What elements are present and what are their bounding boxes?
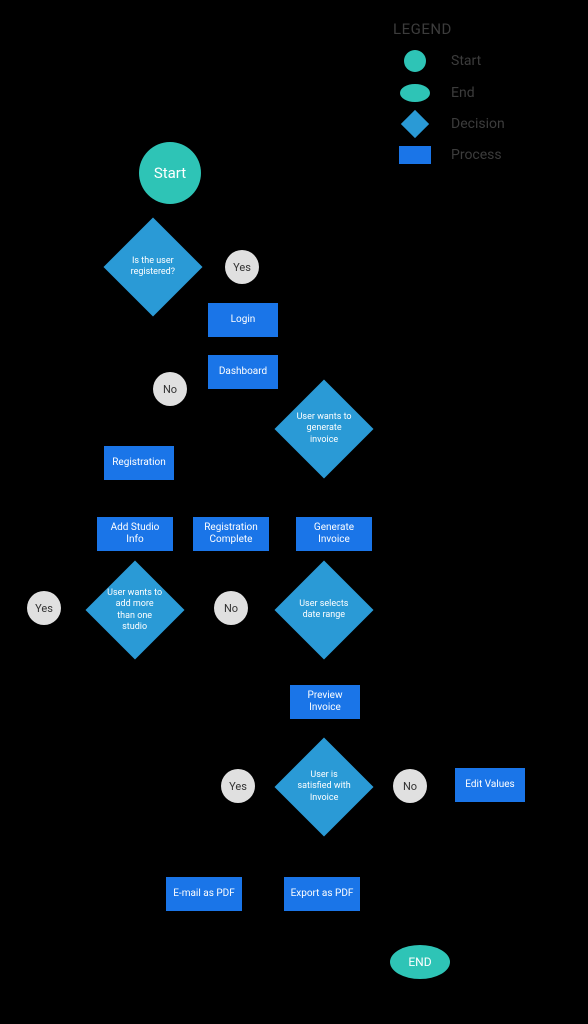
legend-label: Process: [451, 147, 502, 163]
process-registration-complete: Registration Complete: [193, 517, 269, 551]
legend-row-start: Start: [393, 50, 563, 72]
no-badge: No: [393, 769, 427, 803]
process-label: Add Studio Info: [97, 522, 173, 547]
process-icon: [393, 146, 437, 164]
end-label: END: [402, 955, 437, 970]
process-label: Login: [225, 314, 262, 327]
yes-badge: Yes: [27, 591, 61, 625]
end-node: END: [390, 945, 450, 979]
process-label: Registration Complete: [193, 522, 269, 547]
process-label: Generate Invoice: [296, 522, 372, 547]
process-email-pdf: E-mail as PDF: [166, 877, 242, 911]
end-icon: [393, 84, 437, 102]
legend-row-decision: Decision: [393, 114, 563, 134]
legend-label: End: [451, 85, 475, 101]
legend-title: LEGEND: [393, 20, 563, 38]
process-registration: Registration: [104, 446, 174, 480]
legend-row-end: End: [393, 84, 563, 102]
process-generate-invoice: Generate Invoice: [296, 517, 372, 551]
flowchart-canvas: { "legend": { "title": "LEGEND", "items"…: [0, 0, 588, 1024]
process-label: Registration: [106, 457, 172, 470]
process-login: Login: [208, 303, 278, 337]
decision-satisfied: User is satisfied with Invoice: [275, 738, 374, 837]
decision-icon: [393, 114, 437, 134]
process-preview-invoice: Preview Invoice: [290, 685, 360, 719]
process-label: Edit Values: [459, 779, 520, 792]
process-label: Preview Invoice: [290, 690, 360, 715]
process-edit-values: Edit Values: [455, 768, 525, 802]
decision-more-studio: User wants to add more than one studio: [86, 561, 185, 660]
start-label: Start: [148, 164, 192, 183]
process-add-studio: Add Studio Info: [97, 517, 173, 551]
no-badge: No: [214, 591, 248, 625]
process-label: Export as PDF: [285, 888, 360, 901]
decision-label: User wants to add more than one studio: [100, 588, 170, 633]
decision-label: User is satisfied with Invoice: [289, 770, 359, 804]
legend-label: Decision: [451, 116, 505, 132]
process-dashboard: Dashboard: [208, 355, 278, 389]
decision-generate-invoice: User wants to generate invoice: [275, 380, 374, 479]
legend-label: Start: [451, 53, 481, 69]
process-export-pdf: Export as PDF: [284, 877, 360, 911]
decision-date-range: User selects date range: [275, 561, 374, 660]
legend-row-process: Process: [393, 146, 563, 164]
process-label: Dashboard: [213, 366, 273, 379]
start-node: Start: [139, 142, 201, 204]
yes-badge: Yes: [225, 250, 259, 284]
decision-is-registered: Is the user registered?: [104, 218, 203, 317]
decision-label: Is the user registered?: [118, 256, 188, 279]
process-label: E-mail as PDF: [167, 888, 240, 901]
decision-label: User selects date range: [289, 599, 359, 622]
decision-label: User wants to generate invoice: [289, 412, 359, 446]
legend: LEGEND Start End Decision Process: [393, 20, 563, 176]
no-badge: No: [153, 372, 187, 406]
yes-badge: Yes: [221, 769, 255, 803]
start-icon: [393, 50, 437, 72]
